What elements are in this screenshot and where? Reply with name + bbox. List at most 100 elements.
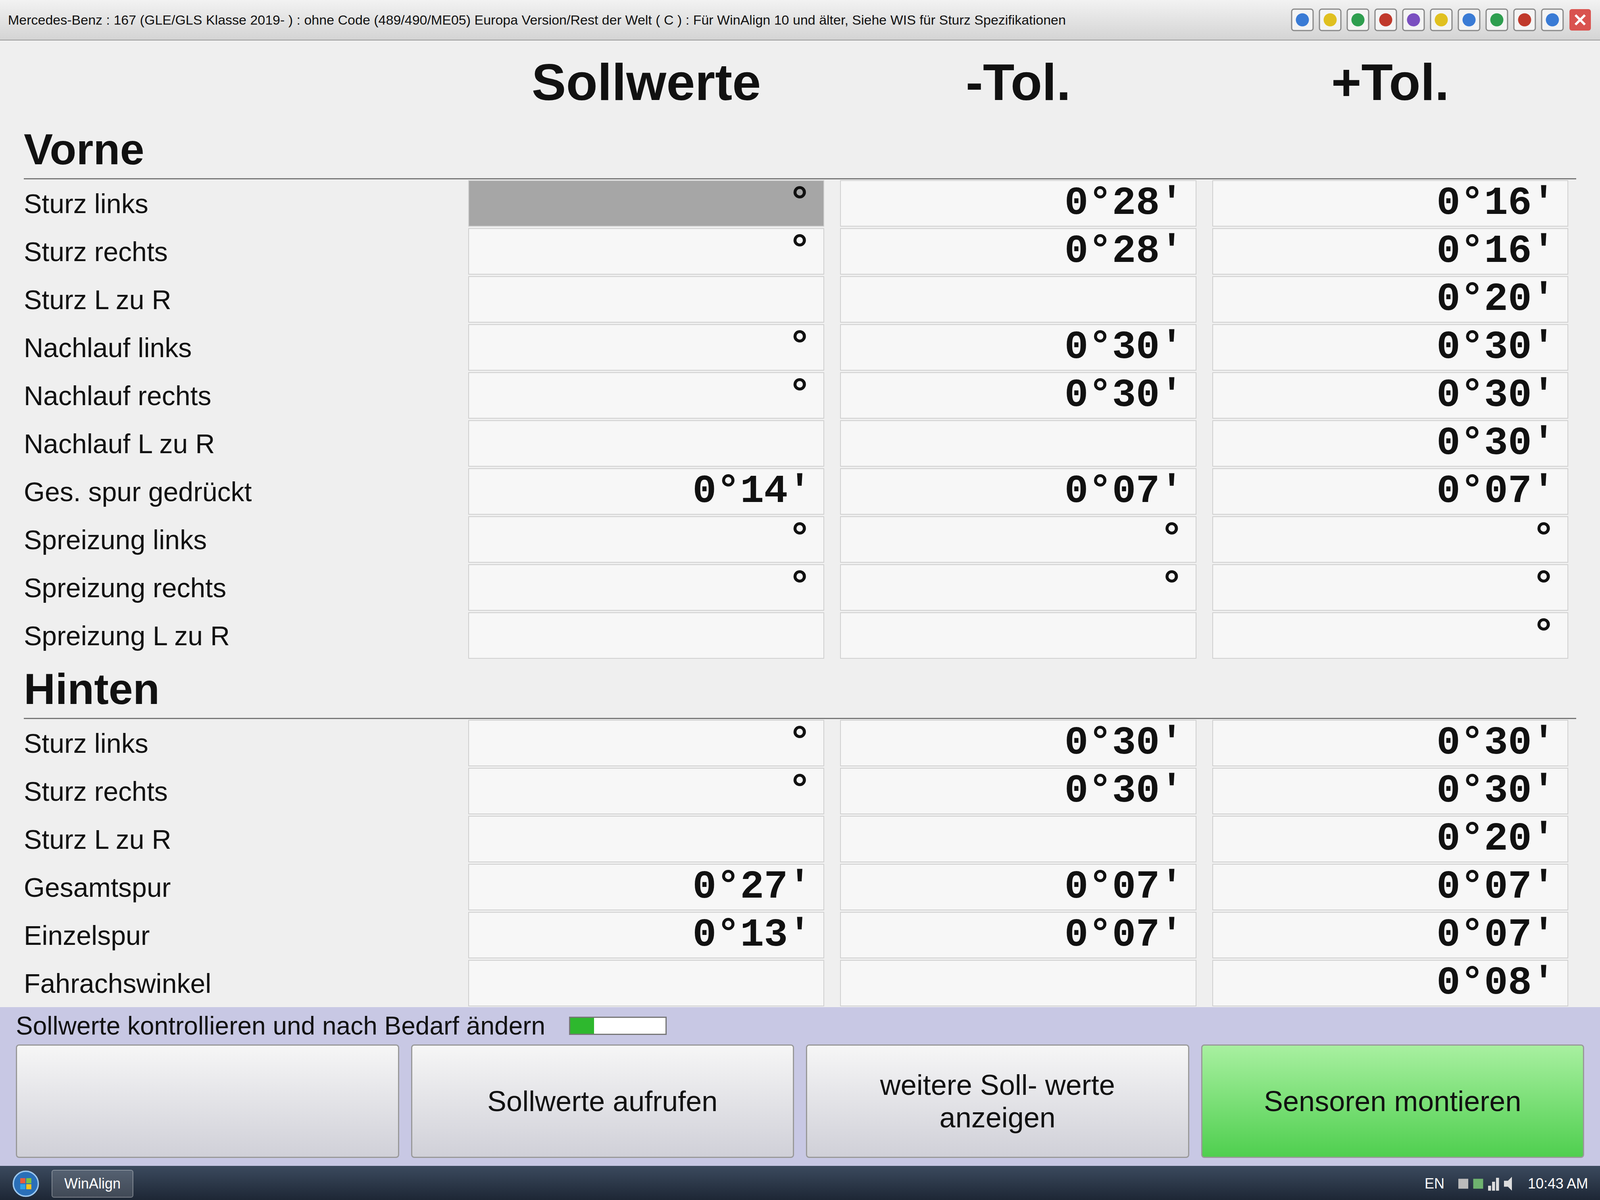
row-label: Nachlauf rechts [23,371,461,420]
value-cell[interactable]: 0°30' [840,372,1197,419]
row-label: Sturz rechts [23,767,461,816]
spec-row: Sturz rechts° 0°30' 0°30' [23,767,1577,816]
tool-icon[interactable] [1318,7,1343,32]
taskbar: WinAlign EN 10:43 AM [0,1165,1600,1200]
value-cell[interactable]: 0°20' [1212,276,1569,323]
tool-icon[interactable] [1484,7,1509,32]
start-icon[interactable] [11,1169,40,1198]
action-button[interactable] [15,1044,400,1158]
column-header: Sollwerte [460,52,833,112]
value-cell[interactable]: 0°30' [840,324,1197,371]
value-cell[interactable]: 0°13' [468,911,825,959]
close-icon[interactable] [1568,7,1593,32]
value-cell[interactable] [468,276,825,323]
value-cell[interactable]: 0°30' [1212,420,1569,467]
clock: 10:43 AM [1527,1175,1589,1193]
row-label: Nachlauf L zu R [23,419,461,468]
value-cell[interactable]: 0°30' [1212,767,1569,815]
value-cell[interactable]: 0°30' [1212,372,1569,419]
value-cell[interactable] [468,612,825,659]
value-cell[interactable]: 0°30' [1212,324,1569,371]
spec-row: Nachlauf rechts° 0°30' 0°30' [23,371,1577,420]
action-button[interactable]: weitere Soll- werte anzeigen [805,1044,1190,1158]
column-header-row: Sollwerte-Tol.+Tol. [23,44,1577,120]
value-cell[interactable]: ° [468,228,825,275]
value-cell[interactable] [468,420,825,467]
value-cell[interactable]: ° [840,516,1197,563]
value-cell[interactable]: ° [468,719,825,767]
spec-row: Fahrachswinkel0°08' [23,959,1577,1008]
value-cell[interactable] [468,815,825,863]
spec-row: Einzelspur0°13'0°07'0°07' [23,911,1577,960]
row-label: Spreizung L zu R [23,611,461,660]
progress-meter [569,1016,667,1035]
value-cell[interactable]: ° [468,324,825,371]
value-cell[interactable]: ° [468,767,825,815]
row-label: Sturz L zu R [23,275,461,324]
value-cell[interactable]: ° [468,516,825,563]
value-cell[interactable] [840,815,1197,863]
spec-row: Nachlauf links°0°30'0°30' [23,323,1577,372]
value-cell[interactable] [468,959,825,1007]
value-cell[interactable]: 0°07' [840,468,1197,515]
value-cell[interactable]: ° [1212,564,1569,611]
value-cell[interactable]: 0°07' [1212,863,1569,911]
tool-icon[interactable] [1457,7,1481,32]
value-cell[interactable]: ° [468,180,825,227]
tool-icon[interactable] [1290,7,1315,32]
value-cell[interactable]: 0°30' [840,767,1197,815]
value-cell[interactable]: 0°20' [1212,815,1569,863]
tray-icon[interactable] [1456,1173,1516,1194]
value-cell[interactable]: 0°08' [1212,959,1569,1007]
row-label: Sturz links [23,719,461,768]
spec-row: Sturz rechts° 0°28' 0°16' [23,227,1577,276]
value-cell[interactable]: ° [840,564,1197,611]
column-header: -Tol. [832,52,1204,112]
value-cell[interactable]: 0°30' [840,719,1197,767]
value-cell[interactable]: 0°16' [1212,180,1569,227]
spec-row: Ges. spur gedrückt0°14'0°07'0°07' [23,467,1577,516]
value-cell[interactable]: 0°28' [840,180,1197,227]
spec-row: Sturz L zu R 0°20' [23,275,1577,324]
tool-icon[interactable] [1429,7,1454,32]
value-cell[interactable]: 0°14' [468,468,825,515]
value-cell[interactable]: 0°30' [1212,719,1569,767]
spec-row: Nachlauf L zu R 0°30' [23,419,1577,468]
row-label: Gesamtspur [23,863,461,912]
value-cell[interactable]: ° [1212,612,1569,659]
spec-row: Sturz links° 0°30' 0°30' [23,719,1577,768]
value-cell[interactable] [840,959,1197,1007]
tool-icon[interactable] [1346,7,1370,32]
value-cell[interactable]: 0°27' [468,863,825,911]
value-cell[interactable] [840,276,1197,323]
spec-row: Sturz L zu R 0°20' [23,815,1577,864]
value-cell[interactable]: 0°07' [1212,911,1569,959]
row-label: Sturz rechts [23,227,461,276]
tool-icon[interactable] [1512,7,1537,32]
row-label: Spreizung rechts [23,563,461,612]
value-cell[interactable]: 0°28' [840,228,1197,275]
spec-row: Spreizung rechts°°° [23,563,1577,612]
spec-row: Gesamtspur0°27' 0°07' 0°07' [23,863,1577,912]
value-cell[interactable] [840,612,1197,659]
action-button[interactable]: Sensoren montieren [1201,1044,1585,1158]
spec-row: Spreizung links°°° [23,515,1577,564]
value-cell[interactable]: 0°07' [840,911,1197,959]
alignment-screen: Mercedes-Benz : 167 (GLE/GLS Klasse 2019… [0,0,1600,1200]
row-label: Sturz L zu R [23,815,461,864]
spec-table: Sollwerte-Tol.+Tol.VorneSturz links°0°28… [0,40,1600,1008]
value-cell[interactable]: ° [1212,516,1569,563]
value-cell[interactable]: 0°07' [1212,468,1569,515]
value-cell[interactable]: ° [468,372,825,419]
row-label: Spreizung links [23,515,461,564]
value-cell[interactable]: 0°07' [840,863,1197,911]
taskbar-item[interactable]: WinAlign [51,1169,134,1198]
language-indicator[interactable]: EN [1424,1175,1445,1193]
tool-icon[interactable] [1373,7,1398,32]
value-cell[interactable]: ° [468,564,825,611]
tool-icon[interactable] [1401,7,1426,32]
value-cell[interactable] [840,420,1197,467]
action-button[interactable]: Sollwerte aufrufen [411,1044,795,1158]
value-cell[interactable]: 0°16' [1212,228,1569,275]
tool-icon[interactable] [1540,7,1565,32]
